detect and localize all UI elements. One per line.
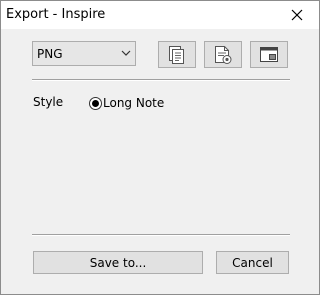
format-value: PNG: [37, 47, 63, 61]
cancel-button[interactable]: Cancel: [216, 251, 289, 274]
title-bar: Export - Inspire: [1, 1, 319, 29]
export-pages-button[interactable]: [158, 41, 196, 68]
note-export-icon: [215, 45, 232, 64]
close-button[interactable]: [275, 1, 319, 29]
separator-bottom: [32, 234, 290, 236]
window-export-icon: [260, 46, 278, 62]
copy-pages-icon: [169, 45, 184, 64]
close-icon: [291, 9, 303, 21]
export-note-button[interactable]: [204, 41, 242, 68]
chevron-down-icon: [121, 50, 131, 56]
export-dialog: Export - Inspire PNG Style Long Note Sav…: [0, 0, 320, 295]
separator-top: [32, 79, 290, 81]
radio-long-note[interactable]: Long Note: [89, 95, 164, 111]
save-to-button[interactable]: Save to...: [33, 251, 203, 274]
window-title: Export - Inspire: [6, 7, 106, 22]
radio-selected-icon: [89, 96, 102, 110]
format-dropdown[interactable]: PNG: [32, 41, 136, 66]
radio-long-note-label: Long Note: [103, 96, 165, 110]
style-label: Style: [33, 95, 64, 109]
export-window-button[interactable]: [250, 41, 288, 68]
